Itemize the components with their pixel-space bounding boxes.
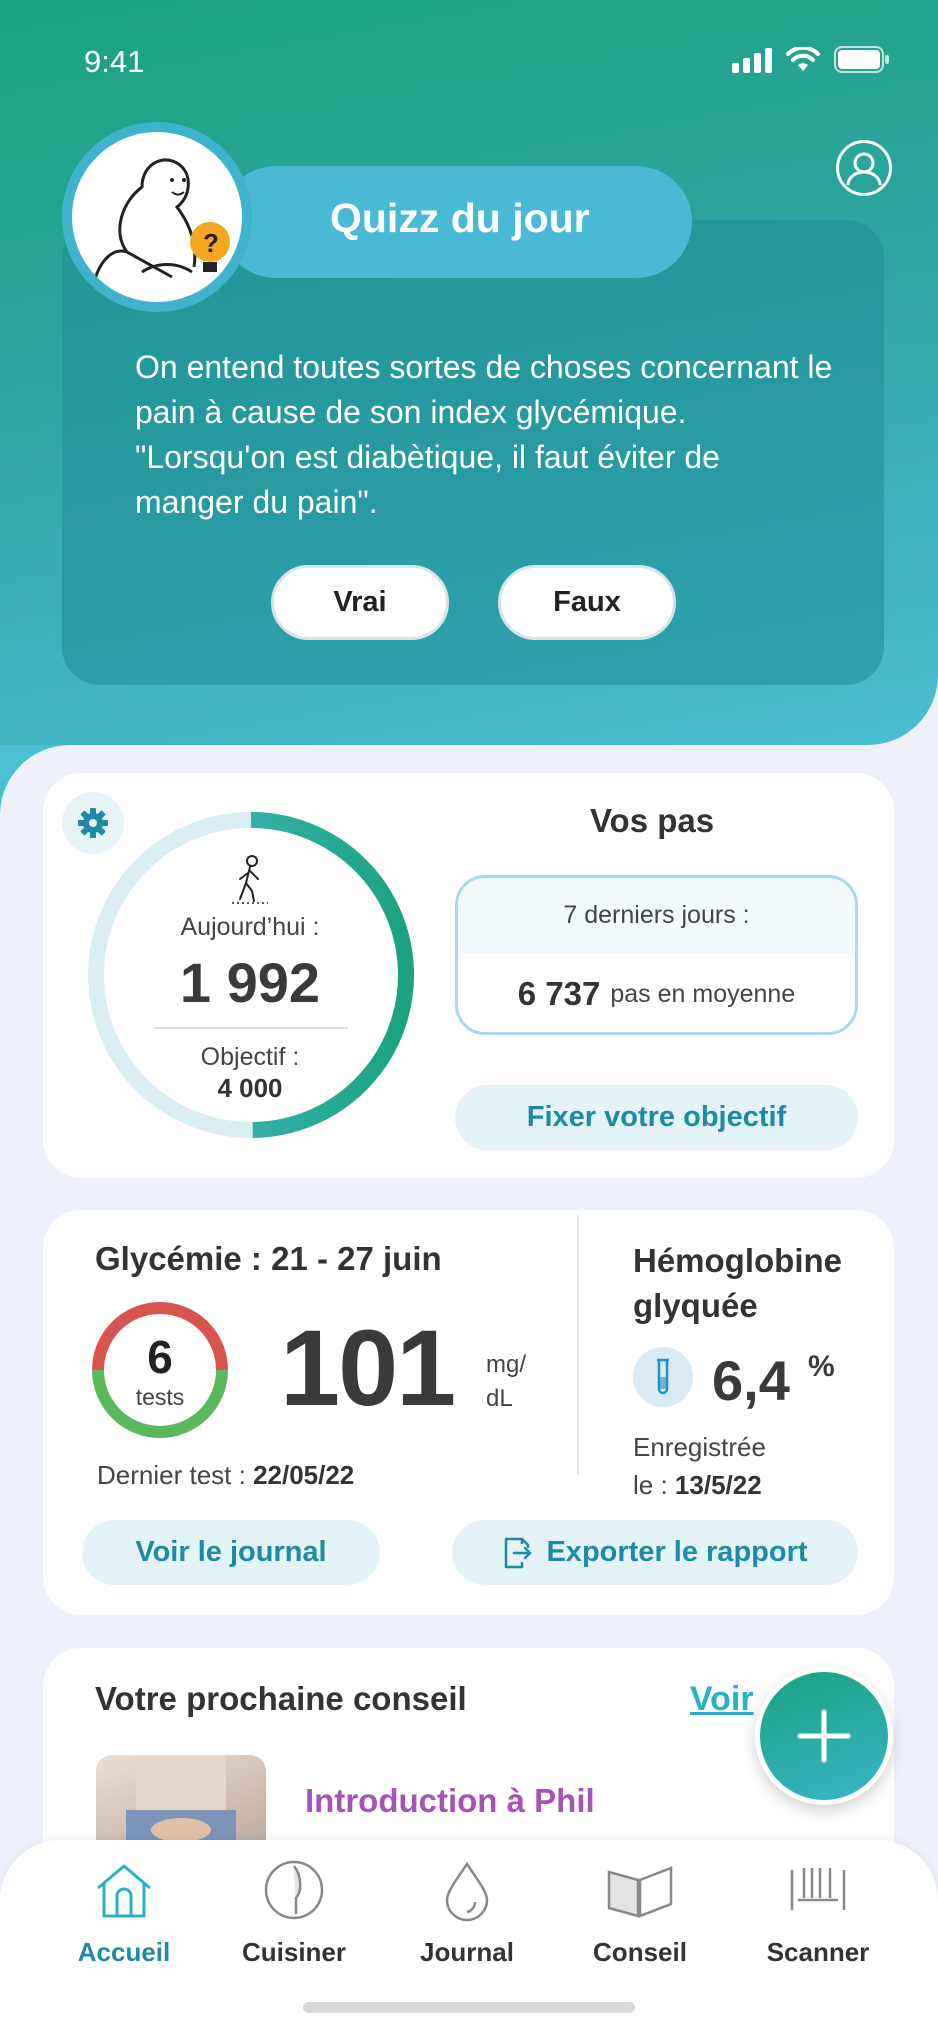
tab-conseil[interactable]: Conseil bbox=[560, 1855, 720, 1975]
last-test-date: 22/05/22 bbox=[253, 1460, 355, 1490]
tab-label: Conseil bbox=[593, 1937, 687, 1967]
hba1c-title-line2: glyquée bbox=[633, 1287, 758, 1324]
hba1c-recorded-line1: Enregistrée bbox=[633, 1432, 766, 1462]
glycemia-unit-line2: dL bbox=[486, 1385, 513, 1412]
hba1c-value: 6,4 bbox=[712, 1349, 790, 1412]
quiz-mascot: ? bbox=[62, 122, 252, 312]
quiz-false-button[interactable]: Faux bbox=[498, 565, 676, 640]
steps-average: 6 737 pas en moyenne bbox=[458, 953, 855, 1032]
glycemia-divider bbox=[577, 1215, 579, 1475]
status-icons bbox=[732, 46, 890, 73]
export-report-label: Exporter le rapport bbox=[546, 1536, 808, 1568]
walking-icon bbox=[232, 855, 268, 904]
view-journal-button[interactable]: Voir le journal bbox=[82, 1520, 380, 1585]
cellular-signal-icon bbox=[732, 48, 772, 73]
steps-average-box: 7 derniers jours : 6 737 pas en moyenne bbox=[455, 875, 858, 1035]
add-button[interactable] bbox=[755, 1667, 893, 1805]
hba1c-recorded-date: 13/5/22 bbox=[674, 1470, 762, 1500]
user-icon bbox=[846, 152, 882, 186]
glycemia-value: 101 bbox=[280, 1307, 456, 1428]
plus-icon bbox=[797, 1709, 851, 1763]
glycemia-title: Glycémie : 21 - 27 juin bbox=[95, 1240, 442, 1277]
last-test: Dernier test : 22/05/22 bbox=[97, 1460, 354, 1491]
home-indicator bbox=[303, 2002, 635, 2013]
last-test-label: Dernier test : bbox=[97, 1460, 246, 1490]
steps-average-value: 6 737 bbox=[517, 975, 601, 1012]
export-file-icon bbox=[505, 1537, 533, 1568]
wifi-icon bbox=[786, 47, 820, 71]
hba1c-title: Hémoglobine glyquée bbox=[633, 1238, 842, 1328]
quiz-title: Quizz du jour bbox=[330, 195, 590, 241]
drop-icon bbox=[432, 1855, 502, 1925]
set-goal-button[interactable]: Fixer votre objectif bbox=[455, 1085, 858, 1150]
tab-cuisiner[interactable]: Cuisiner bbox=[214, 1855, 374, 1975]
tab-label: Journal bbox=[420, 1937, 514, 1967]
tab-scanner[interactable]: Scanner bbox=[738, 1855, 898, 1975]
glycemia-unit: mg/ dL bbox=[486, 1348, 526, 1416]
book-icon bbox=[605, 1855, 675, 1925]
hba1c-unit: % bbox=[808, 1350, 835, 1383]
quiz-true-button[interactable]: Vrai bbox=[271, 565, 449, 640]
steps-goal-label: Objectif : bbox=[200, 1043, 300, 1071]
hba1c-recorded: Enregistrée le : 13/5/22 bbox=[633, 1428, 766, 1504]
tab-accueil[interactable]: Accueil bbox=[44, 1855, 204, 1975]
profile-button[interactable] bbox=[836, 140, 892, 196]
svg-text:?: ? bbox=[203, 228, 219, 258]
steps-average-unit: pas en moyenne bbox=[610, 979, 796, 1008]
hba1c-title-line1: Hémoglobine bbox=[633, 1242, 843, 1279]
steps-title: Vos pas bbox=[590, 802, 715, 839]
glycemia-unit-line1: mg/ bbox=[486, 1351, 527, 1378]
export-report-button[interactable]: Exporter le rapport bbox=[452, 1520, 858, 1585]
steps-period-label: 7 derniers jours : bbox=[458, 878, 855, 953]
home-icon bbox=[89, 1855, 159, 1925]
tab-label: Accueil bbox=[77, 1937, 171, 1967]
hba1c-recorded-label: le : bbox=[633, 1470, 668, 1500]
advice-item-title[interactable]: Introduction à Phil bbox=[305, 1782, 595, 1820]
barcode-icon bbox=[783, 1855, 853, 1925]
steps-goal-value: 4 000 bbox=[217, 1073, 283, 1103]
steps-today-label: Aujourd’hui : bbox=[180, 913, 320, 941]
tests-label: tests bbox=[135, 1384, 185, 1410]
tab-label: Cuisiner bbox=[241, 1937, 347, 1967]
tab-label: Scanner bbox=[766, 1937, 870, 1967]
steps-today-value: 1 992 bbox=[179, 951, 321, 1014]
quiz-question: On entend toutes sortes de choses concer… bbox=[135, 349, 833, 520]
tests-count: 6 bbox=[147, 1331, 173, 1383]
advice-title: Votre prochaine conseil bbox=[95, 1680, 467, 1717]
status-time: 9:41 bbox=[84, 44, 145, 79]
plate-knife-icon bbox=[259, 1855, 329, 1925]
tab-journal[interactable]: Journal bbox=[387, 1855, 547, 1975]
advice-see-link[interactable]: Voir bbox=[690, 1680, 754, 1719]
battery-icon bbox=[834, 46, 889, 73]
test-tube-icon bbox=[633, 1347, 693, 1407]
